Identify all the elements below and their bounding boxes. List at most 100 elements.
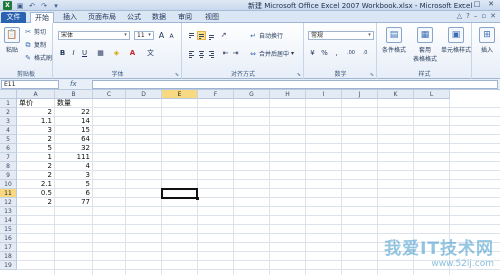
format-painter-button[interactable]: ✎ 格式刷: [24, 53, 52, 63]
close-button[interactable]: ✕: [484, 0, 498, 9]
tab-view[interactable]: 视图: [202, 12, 222, 23]
tab-home[interactable]: 开始: [30, 12, 54, 23]
customize-icon[interactable]: ▾: [52, 2, 60, 10]
fill-handle[interactable]: [196, 197, 199, 200]
bold-button[interactable]: B: [58, 49, 67, 58]
phonetic-button[interactable]: 文: [146, 49, 155, 58]
cell-b1[interactable]: 数量: [55, 99, 93, 108]
undo-icon[interactable]: ↶: [28, 2, 36, 10]
cell-a2[interactable]: 2: [17, 108, 55, 117]
column-header-a[interactable]: A: [17, 90, 55, 99]
percent-button[interactable]: %: [320, 49, 329, 58]
orientation-icon[interactable]: ↗: [219, 31, 228, 40]
insert-function-button[interactable]: fx: [70, 80, 77, 89]
row-header-2[interactable]: 2: [0, 108, 17, 117]
font-size-combo[interactable]: 11 ▾: [134, 31, 154, 40]
cell-b6[interactable]: 32: [55, 144, 93, 153]
cell-a3[interactable]: 1.1: [17, 117, 55, 126]
cell-a6[interactable]: 5: [17, 144, 55, 153]
align-center-icon[interactable]: [197, 49, 206, 58]
column-header-f[interactable]: F: [198, 90, 234, 99]
cell-a1[interactable]: 单价: [17, 99, 55, 108]
row-header-14[interactable]: 14: [0, 216, 17, 225]
dialog-launcher-icon[interactable]: ⬊: [175, 72, 179, 78]
help-icon[interactable]: ?: [466, 12, 470, 20]
row-header-19[interactable]: 19: [0, 261, 17, 270]
row-header-7[interactable]: 7: [0, 153, 17, 162]
tab-formulas[interactable]: 公式: [124, 12, 144, 23]
column-header-k[interactable]: K: [378, 90, 414, 99]
copy-button[interactable]: ⧉ 复制: [24, 40, 47, 50]
cell-b11[interactable]: 6: [55, 189, 93, 198]
row-header-8[interactable]: 8: [0, 162, 17, 171]
cell-b4[interactable]: 15: [55, 126, 93, 135]
row-header-12[interactable]: 12: [0, 198, 17, 207]
row-header-5[interactable]: 5: [0, 135, 17, 144]
row-header-17[interactable]: 17: [0, 243, 17, 252]
italic-button[interactable]: I: [69, 49, 78, 58]
border-icon[interactable]: ▦: [96, 49, 105, 58]
top-align-icon[interactable]: [187, 31, 196, 40]
redo-icon[interactable]: ↷: [40, 2, 48, 10]
save-icon[interactable]: ▣: [16, 2, 24, 10]
column-header-c[interactable]: C: [93, 90, 126, 99]
row-header-11[interactable]: 11: [0, 189, 17, 198]
paste-button[interactable]: 📋 粘贴: [2, 27, 22, 54]
cell-b7[interactable]: 111: [55, 153, 93, 162]
column-header-g[interactable]: G: [234, 90, 270, 99]
insert-cells-button[interactable]: ⊞ 插入: [476, 27, 498, 54]
font-name-combo[interactable]: 宋体 ▾: [58, 31, 130, 40]
grow-font-button[interactable]: A: [157, 31, 166, 40]
cell-a7[interactable]: 1: [17, 153, 55, 162]
increase-indent-icon[interactable]: ⇥: [231, 49, 240, 58]
workbook-restore-icon[interactable]: ▫: [481, 12, 486, 20]
number-format-combo[interactable]: 常规 ▾: [308, 31, 374, 40]
column-header-l[interactable]: L: [414, 90, 450, 99]
select-all-button[interactable]: [0, 90, 17, 99]
shrink-font-button[interactable]: A: [167, 32, 176, 41]
column-header-e[interactable]: E: [162, 90, 198, 99]
align-right-icon[interactable]: [207, 49, 216, 58]
align-left-icon[interactable]: [187, 49, 196, 58]
tab-data[interactable]: 数据: [149, 12, 169, 23]
cell-a8[interactable]: 2: [17, 162, 55, 171]
cut-button[interactable]: ✂ 剪切: [24, 27, 46, 37]
maximize-button[interactable]: □: [470, 0, 484, 9]
increase-decimal-button[interactable]: .00: [345, 49, 357, 58]
cell-styles-button[interactable]: ▣ 单元格样式: [440, 27, 472, 54]
cell-b10[interactable]: 5: [55, 180, 93, 189]
tab-page-layout[interactable]: 页面布局: [85, 12, 119, 23]
cell-b12[interactable]: 77: [55, 198, 93, 207]
row-header-4[interactable]: 4: [0, 126, 17, 135]
cell-a12[interactable]: 2: [17, 198, 55, 207]
name-box[interactable]: E11: [1, 80, 59, 89]
column-header-d[interactable]: D: [126, 90, 162, 99]
row-header-6[interactable]: 6: [0, 144, 17, 153]
formula-input[interactable]: [92, 80, 498, 89]
active-cell-border[interactable]: [161, 188, 198, 199]
cell-b3[interactable]: 14: [55, 117, 93, 126]
row-header-3[interactable]: 3: [0, 117, 17, 126]
format-as-table-button[interactable]: ▦ 套用 表格格式: [410, 27, 440, 63]
font-color-icon[interactable]: A: [128, 49, 137, 58]
comma-button[interactable]: ,: [332, 49, 341, 58]
decrease-decimal-button[interactable]: .0: [359, 49, 371, 58]
column-header-b[interactable]: B: [55, 90, 93, 99]
row-header-15[interactable]: 15: [0, 225, 17, 234]
cell-b9[interactable]: 3: [55, 171, 93, 180]
middle-align-icon[interactable]: [197, 31, 206, 40]
workbook-minimize-icon[interactable]: –: [474, 12, 478, 20]
cell-b2[interactable]: 22: [55, 108, 93, 117]
underline-button[interactable]: U: [80, 49, 89, 58]
tab-review[interactable]: 审阅: [175, 12, 195, 23]
decrease-indent-icon[interactable]: ⇤: [221, 49, 230, 58]
column-header-i[interactable]: I: [306, 90, 342, 99]
cell-b8[interactable]: 4: [55, 162, 93, 171]
cell-a10[interactable]: 2.1: [17, 180, 55, 189]
merge-center-button[interactable]: ⇔ 合并后居中 ▾: [249, 49, 294, 59]
row-header-9[interactable]: 9: [0, 171, 17, 180]
row-header-13[interactable]: 13: [0, 207, 17, 216]
dialog-launcher-icon[interactable]: ⬊: [297, 72, 301, 78]
dialog-launcher-icon[interactable]: ⬊: [370, 72, 374, 78]
row-header-18[interactable]: 18: [0, 252, 17, 261]
